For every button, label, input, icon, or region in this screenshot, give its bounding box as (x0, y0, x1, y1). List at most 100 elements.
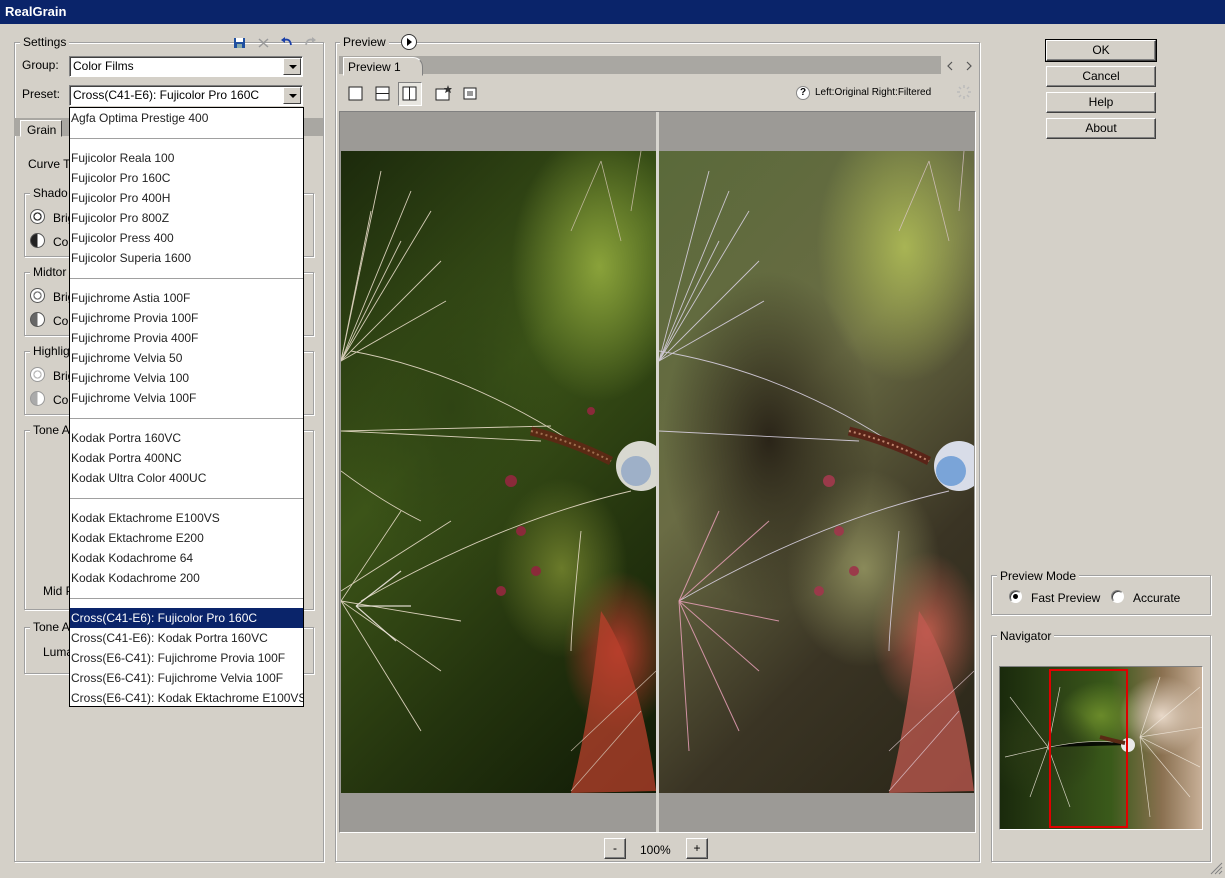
preset-option[interactable]: Fujicolor Superia 1600 (70, 248, 303, 268)
cancel-button-label: Cancel (1082, 69, 1120, 83)
zoom-in-button[interactable]: + (686, 838, 708, 859)
about-button-label: About (1085, 121, 1117, 135)
scroll-left-icon[interactable] (946, 60, 954, 71)
split-horizontal-icon[interactable] (373, 84, 393, 104)
preset-option[interactable]: Cross(C41-E6): Fujicolor Pro 160C (70, 608, 303, 628)
preset-option[interactable]: Kodak Kodachrome 64 (70, 548, 303, 568)
preset-option[interactable]: Cross(E6-C41): Fujichrome Velvia 100F (70, 668, 303, 688)
highlights-contrast-label: Co (53, 393, 69, 407)
seed-fibers-original (341, 151, 656, 793)
shadows-contrast-label: Co (53, 235, 69, 249)
new-preview-icon[interactable] (434, 84, 454, 104)
preset-option[interactable]: Cross(E6-C41): Fujichrome Provia 100F (70, 648, 303, 668)
preset-option[interactable]: Fujichrome Velvia 50 (70, 348, 303, 368)
preset-option[interactable]: Kodak Kodachrome 200 (70, 568, 303, 588)
busy-spinner-icon (956, 84, 972, 100)
brightness-icon (30, 209, 45, 224)
zoom-in-glyph: + (693, 841, 701, 855)
tab-preview-1[interactable]: Preview 1 (343, 57, 423, 76)
zoom-level: 100% (640, 843, 671, 857)
redo-icon[interactable] (303, 36, 317, 49)
preset-option[interactable]: Fujicolor Pro 800Z (70, 208, 303, 228)
tab-grain-label: Grain (27, 123, 57, 137)
zoom-out-button[interactable]: - (604, 838, 626, 859)
ok-button[interactable]: OK (1045, 39, 1157, 62)
preset-option[interactable]: Cross(E6-C41): Kodak Ektachrome E100VS (70, 688, 303, 706)
help-icon[interactable]: ? (796, 86, 810, 100)
preset-option[interactable]: Fujichrome Provia 100F (70, 308, 303, 328)
group-select[interactable]: Color Films (69, 56, 303, 77)
single-view-icon[interactable] (346, 84, 366, 104)
navigator-viewport-frame[interactable] (1049, 669, 1128, 828)
seed-fibers-filtered (659, 151, 974, 793)
preset-option[interactable]: Fujicolor Press 400 (70, 228, 303, 248)
original-image[interactable] (341, 151, 656, 793)
window-title-bar: RealGrain (0, 0, 1225, 24)
filtered-image[interactable] (659, 151, 974, 793)
preset-separator (70, 488, 303, 508)
preset-separator (70, 588, 303, 608)
preset-separator (70, 408, 303, 428)
save-icon[interactable] (233, 37, 246, 49)
fast-preview-radio[interactable] (1009, 590, 1022, 603)
highlights-title: Highlig (30, 344, 73, 358)
preset-separator (70, 128, 303, 148)
play-icon[interactable] (401, 34, 417, 50)
preset-option[interactable]: Fujichrome Astia 100F (70, 288, 303, 308)
undo-icon[interactable] (280, 36, 294, 49)
navigator-thumbnail[interactable] (999, 666, 1203, 830)
preset-option[interactable]: Fujicolor Reala 100 (70, 148, 303, 168)
navigator-title: Navigator (997, 629, 1055, 643)
tone-group-1-title: Tone A (30, 423, 73, 437)
group-label: Group: (22, 58, 59, 72)
preset-option[interactable]: Fujichrome Velvia 100 (70, 368, 303, 388)
preset-option[interactable]: Kodak Ultra Color 400UC (70, 468, 303, 488)
brightness-icon (30, 288, 45, 303)
preset-option[interactable]: Fujichrome Provia 400F (70, 328, 303, 348)
preset-option[interactable]: Fujichrome Velvia 100F (70, 388, 303, 408)
zoom-out-glyph: - (613, 841, 617, 855)
preset-select[interactable]: Cross(C41-E6): Fujicolor Pro 160C (69, 85, 303, 106)
split-vertical-icon[interactable] (398, 82, 422, 106)
snapshot-icon[interactable] (460, 84, 480, 104)
preview-mode-title: Preview Mode (997, 569, 1080, 583)
help-icon-glyph: ? (799, 87, 807, 98)
tab-grain[interactable]: Grain (20, 120, 62, 137)
tab-preview-1-label: Preview 1 (348, 60, 401, 74)
help-button[interactable]: Help (1046, 92, 1156, 113)
resize-grip-icon[interactable] (1207, 859, 1223, 875)
contrast-icon (30, 391, 45, 406)
preview-tab-strip (339, 56, 941, 74)
shadows-title: Shado (30, 186, 71, 200)
preset-option[interactable]: Cross(C41-E6): Kodak Portra 160VC (70, 628, 303, 648)
scroll-right-icon[interactable] (965, 60, 973, 71)
preset-option[interactable]: Kodak Portra 160VC (70, 428, 303, 448)
settings-title: Settings (20, 35, 70, 49)
preset-option[interactable]: Kodak Ektachrome E200 (70, 528, 303, 548)
delete-icon[interactable] (257, 37, 270, 49)
tone-group-2-title: Tone A (30, 620, 73, 634)
preset-option[interactable]: Fujicolor Pro 160C (70, 168, 303, 188)
fast-preview-label[interactable]: Fast Preview (1031, 591, 1100, 605)
preset-option[interactable]: Kodak Portra 400NC (70, 448, 303, 468)
compare-mode-text: Left:Original Right:Filtered (815, 87, 932, 98)
preset-dropdown-list[interactable]: Agfa Optima Prestige 400 Fujicolor Reala … (69, 107, 304, 707)
chevron-down-icon[interactable] (283, 87, 301, 104)
preset-option[interactable]: Agfa Optima Prestige 400 (70, 108, 303, 128)
window-title: RealGrain (5, 4, 67, 19)
midtones-title: Midtor (30, 265, 70, 279)
brightness-icon (30, 367, 45, 382)
contrast-icon (30, 233, 45, 248)
accurate-radio[interactable] (1111, 590, 1124, 603)
cancel-button[interactable]: Cancel (1046, 66, 1156, 87)
ok-button-label: OK (1092, 43, 1110, 57)
about-button[interactable]: About (1046, 118, 1156, 139)
accurate-label[interactable]: Accurate (1133, 591, 1180, 605)
preset-separator (70, 268, 303, 288)
contrast-icon (30, 312, 45, 327)
chevron-down-icon[interactable] (283, 58, 301, 75)
preset-select-value: Cross(C41-E6): Fujicolor Pro 160C (73, 88, 260, 102)
preset-option[interactable]: Fujicolor Pro 400H (70, 188, 303, 208)
group-select-value: Color Films (73, 59, 134, 73)
preset-option[interactable]: Kodak Ektachrome E100VS (70, 508, 303, 528)
